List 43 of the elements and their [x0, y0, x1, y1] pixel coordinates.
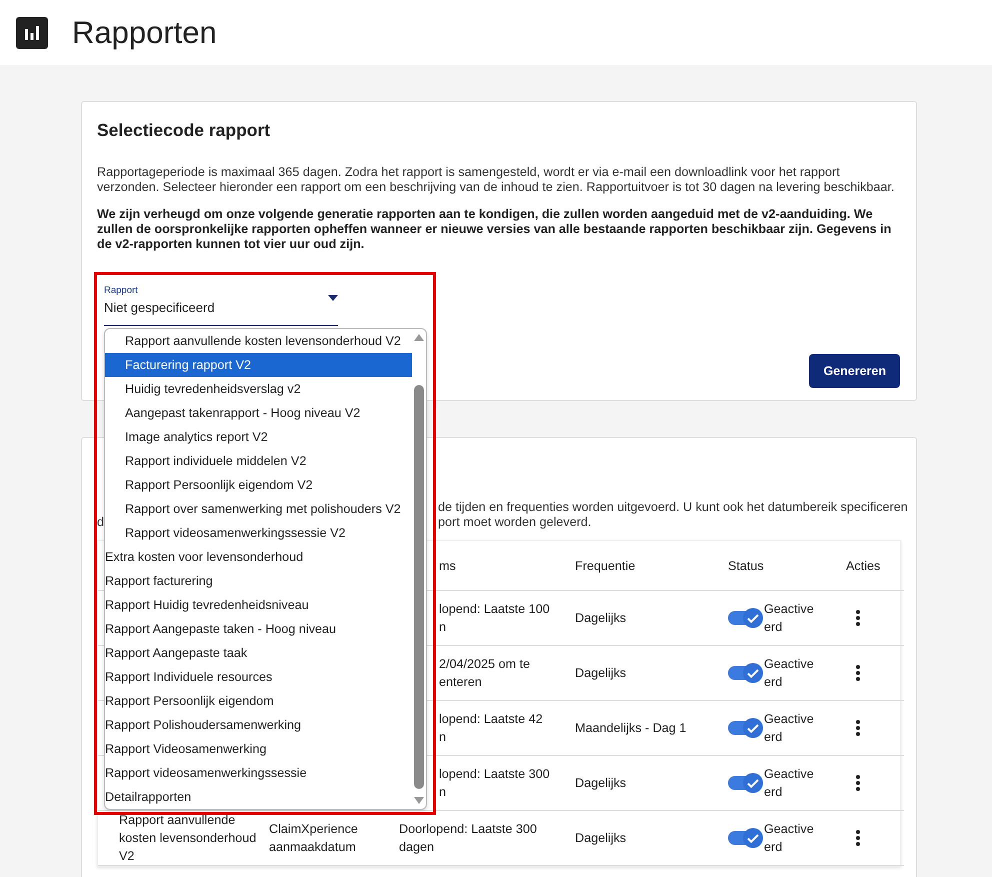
notice-text: We zijn verheugd om onze volgende generatie rapporten aan te kondigen, die zullen worden aangeduid met de v2-aanduiding. We zullen de oorspronkelijke rapporten opheffen wanneer er nieuwe versies van alle bestaande rapporten beschikbaar zijn. Gegevens in de v2-rapporten kunnen tot vier uur oud zijn.: [97, 207, 892, 252]
table-cell: Dagelijks: [565, 756, 718, 811]
dropdown-option[interactable]: Image analytics report V2: [105, 425, 412, 449]
scroll-down-icon[interactable]: [414, 797, 424, 804]
caret-icon: [328, 295, 338, 301]
report-select[interactable]: Rapport Niet gespecificeerd: [104, 282, 338, 326]
column-header: Frequentie: [565, 541, 718, 591]
table-cell: Rapport aanvullende kosten levensonderhoud V2: [98, 811, 259, 866]
intro-text: d: [97, 515, 106, 530]
toggle-switch[interactable]: [728, 721, 762, 735]
status-text: Geactiveerd: [764, 601, 815, 636]
dropdown-option[interactable]: Rapport Persoonlijk eigendom V2: [105, 473, 412, 497]
toggle-switch[interactable]: [728, 831, 762, 845]
scrollbar-thumb[interactable]: [414, 385, 424, 789]
table-cell: ClaimXperience aanmaakdatum: [259, 811, 389, 866]
dropdown-option[interactable]: Huidig tevredenheidsverslag v2: [105, 377, 412, 401]
toggle-switch[interactable]: [728, 776, 762, 790]
status-text: Geactiveerd: [764, 656, 815, 691]
status-text: Geactiveerd: [764, 821, 815, 856]
table-cell: Dagelijks: [565, 646, 718, 701]
table-cell: Doorlopend: Laatste 300 dagen: [389, 811, 565, 866]
dropdown-option[interactable]: Facturering rapport V2: [105, 353, 412, 377]
toggle-switch[interactable]: [728, 666, 762, 680]
intro-text: port moet worden geleverd.: [438, 515, 592, 530]
intro-text: de tijden en frequenties worden uitgevoerd. U kunt ook het datumbereik specificeren: [438, 500, 908, 515]
dropdown-option[interactable]: Aangepast takenrapport - Hoog niveau V2: [105, 401, 412, 425]
status-text: Geactiveerd: [764, 766, 815, 801]
description-text: Rapportageperiode is maximaal 365 dagen. Zodra het rapport is samengesteld, wordt er via e-mail een downloadlink voor het rapport verzonden. Selecteer hieronder een rapport om een beschrijving van de inhoud te zien. Rapportuitvoer is tot 30 dagen na levering beschikbaar.: [97, 165, 896, 195]
card-title: Selectiecode rapport: [97, 120, 272, 141]
table-cell: Maandelijks - Dag 1: [565, 701, 718, 756]
column-header: Status: [718, 541, 836, 591]
column-header: Acties: [836, 541, 904, 591]
toggle-switch[interactable]: [728, 611, 762, 625]
dropdown-option[interactable]: Rapport aanvullende kosten levensonderhoud V2: [105, 329, 412, 353]
status-text: Geactiveerd: [764, 711, 815, 746]
table-cell: Dagelijks: [565, 811, 718, 866]
page-title: Rapporten: [72, 14, 217, 50]
scroll-up-icon[interactable]: [414, 334, 424, 341]
generate-button[interactable]: Genereren: [809, 354, 900, 388]
dropdown-option[interactable]: Rapport individuele middelen V2: [105, 449, 412, 473]
bar-chart-icon: [16, 16, 48, 48]
table-cell: Dagelijks: [565, 591, 718, 646]
dropdown-option[interactable]: Rapport over samenwerking met polishouders V2: [105, 497, 412, 521]
